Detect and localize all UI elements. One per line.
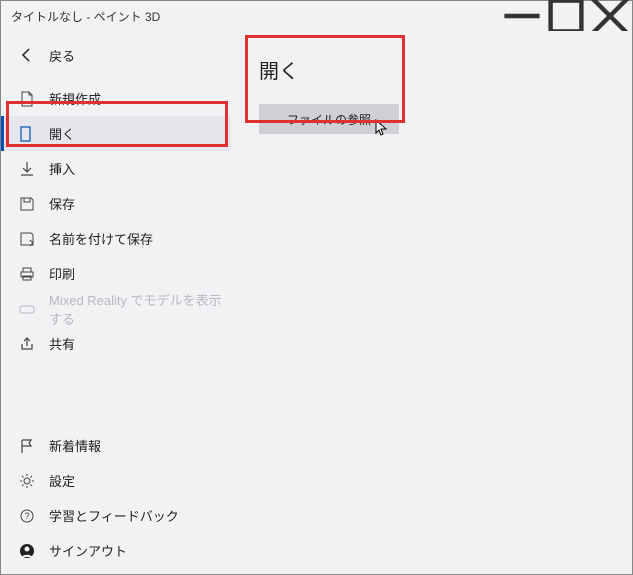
browse-label: ファイルの参照 (287, 111, 371, 128)
menu-label: 学習とフィードバック (49, 506, 179, 525)
gear-icon (19, 473, 35, 489)
menu-label: 新規作成 (49, 89, 101, 108)
menu-item-insert[interactable]: 挿入 (1, 151, 231, 186)
sidebar: 戻る 新規作成 開く 挿入 保存 (1, 31, 231, 574)
menu-item-new[interactable]: 新規作成 (1, 81, 231, 116)
arrow-left-icon (19, 47, 35, 63)
svg-text:?: ? (24, 511, 29, 521)
menu-label: サインアウト (49, 541, 127, 560)
maximize-button[interactable] (544, 1, 588, 31)
titlebar: タイトルなし - ペイント 3D (1, 1, 632, 31)
close-button[interactable] (588, 1, 632, 31)
file-menu: 新規作成 開く 挿入 保存 名前を付けて保存 (1, 81, 231, 361)
browse-files-button[interactable]: ファイルの参照 (259, 104, 399, 134)
back-label: 戻る (49, 46, 75, 65)
menu-item-whatsnew[interactable]: 新着情報 (1, 428, 231, 463)
menu-label: 共有 (49, 334, 75, 353)
menu-label: 開く (49, 124, 75, 143)
menu-label: Mixed Reality でモデルを表示する (49, 290, 231, 328)
menu-item-mixedreality: Mixed Reality でモデルを表示する (1, 291, 231, 326)
menu-item-share[interactable]: 共有 (1, 326, 231, 361)
menu-item-settings[interactable]: 設定 (1, 463, 231, 498)
share-icon (19, 336, 35, 352)
back-button[interactable]: 戻る (1, 37, 231, 73)
headset-icon (19, 301, 35, 317)
bottom-menu: 新着情報 設定 ? 学習とフィードバック サインアウト (1, 428, 231, 568)
menu-label: 保存 (49, 194, 75, 213)
print-icon (19, 266, 35, 282)
minimize-button[interactable] (500, 1, 544, 31)
menu-item-print[interactable]: 印刷 (1, 256, 231, 291)
menu-item-saveas[interactable]: 名前を付けて保存 (1, 221, 231, 256)
window-title: タイトルなし - ペイント 3D (11, 8, 160, 25)
app-window: タイトルなし - ペイント 3D 戻る 新規作成 開く (0, 0, 633, 575)
saveas-icon (19, 231, 35, 247)
menu-label: 印刷 (49, 264, 75, 283)
menu-item-open[interactable]: 開く (1, 116, 231, 151)
open-icon (19, 126, 35, 142)
download-icon (19, 161, 35, 177)
flag-icon (19, 438, 35, 454)
body: 戻る 新規作成 開く 挿入 保存 (1, 31, 632, 574)
menu-label: 挿入 (49, 159, 75, 178)
content-pane: 開く ファイルの参照 (231, 31, 632, 574)
cursor-icon (375, 119, 389, 140)
document-icon (19, 91, 35, 107)
person-icon (19, 543, 35, 559)
content-heading: 開く (259, 55, 604, 84)
help-icon: ? (19, 508, 35, 524)
menu-label: 新着情報 (49, 436, 101, 455)
menu-item-signout[interactable]: サインアウト (1, 533, 231, 568)
save-icon (19, 196, 35, 212)
menu-label: 名前を付けて保存 (49, 229, 153, 248)
menu-label: 設定 (49, 471, 75, 490)
menu-item-feedback[interactable]: ? 学習とフィードバック (1, 498, 231, 533)
menu-item-save[interactable]: 保存 (1, 186, 231, 221)
